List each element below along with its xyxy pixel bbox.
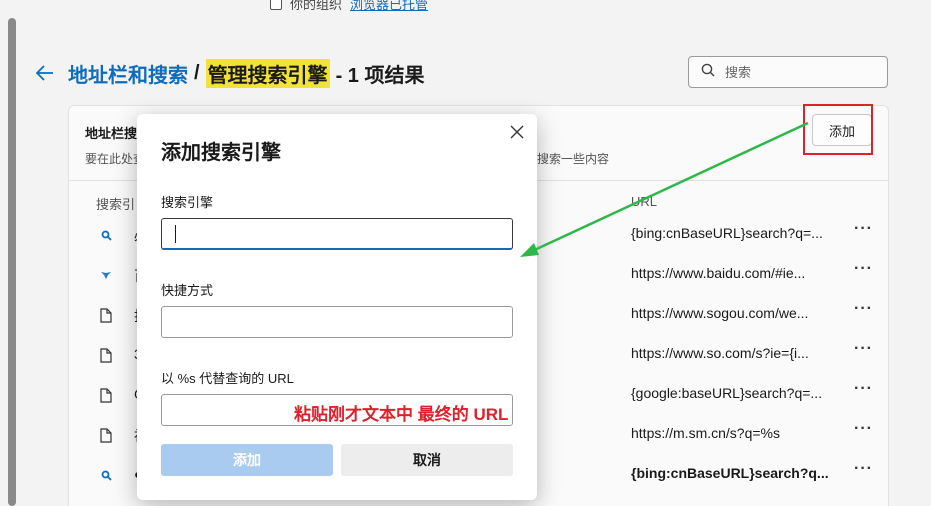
engine-name-label: 搜索引擎 [161, 195, 214, 210]
more-options-icon[interactable]: ··· [854, 220, 873, 238]
more-options-icon[interactable]: ··· [854, 300, 873, 318]
shortcut-input[interactable] [161, 306, 513, 338]
breadcrumb-separator: / [194, 61, 200, 84]
managed-browser-row: 你的组织 浏览器已托管 [270, 0, 428, 13]
add-button-highlight [803, 104, 873, 155]
row-url: {google:baseURL}search?q=... [631, 385, 823, 401]
annotation-text: 粘贴刚才文本中 最终的 URL [294, 405, 509, 424]
more-options-icon[interactable]: ··· [854, 340, 873, 358]
more-options-icon[interactable]: ··· [854, 420, 873, 438]
result-count: - 1 项结果 [335, 64, 425, 87]
dialog-title: 添加搜索引擎 [161, 142, 281, 164]
row-url: https://www.baidu.com/#ie... [631, 265, 806, 281]
breadcrumb-parent[interactable]: 地址栏和搜索 [68, 59, 188, 88]
managed-checkbox[interactable] [270, 0, 282, 10]
bing-search-icon [98, 227, 114, 243]
breadcrumb-current: 管理搜索引擎 [205, 58, 330, 88]
managed-link[interactable]: 浏览器已托管 [350, 0, 428, 13]
text-caret [175, 225, 176, 243]
card-description: 要在此处查 [85, 152, 146, 166]
page-title: 地址栏和搜索 / 管理搜索引擎 - 1 项结果 [36, 58, 424, 88]
more-options-icon[interactable]: ··· [854, 380, 873, 398]
column-header-url: URL [631, 194, 658, 209]
url-label: 以 %s 代替查询的 URL [161, 371, 294, 386]
card-description-tail: 搜索一些内容 [537, 152, 610, 166]
card-title: 地址栏搜 [85, 126, 138, 141]
shortcut-label: 快捷方式 [161, 283, 214, 298]
dialog-cancel-button[interactable]: 取消 [341, 444, 513, 476]
close-icon[interactable] [509, 124, 525, 140]
row-url: https://www.sogou.com/we... [631, 305, 809, 321]
page-icon [98, 427, 114, 443]
engine-name-input[interactable] [161, 218, 513, 250]
more-options-icon[interactable]: ··· [854, 260, 873, 278]
page-icon [98, 347, 114, 363]
settings-search-box[interactable] [688, 56, 888, 88]
page-icon [98, 387, 114, 403]
row-url: https://m.sm.cn/s?q=%s [631, 425, 780, 441]
row-url: https://www.so.com/s?ie={i... [631, 345, 809, 361]
page-icon [98, 307, 114, 323]
row-url: {bing:cnBaseURL}search?q... [631, 465, 829, 481]
search-input[interactable] [725, 64, 875, 80]
search-icon [701, 63, 715, 82]
more-options-icon[interactable]: ··· [854, 460, 873, 478]
back-arrow-icon[interactable] [36, 63, 56, 83]
add-search-engine-dialog: 添加搜索引擎 搜索引擎 快捷方式 以 %s 代替查询的 URL 添加 取消 [137, 114, 537, 500]
column-header-name: 搜索引 [96, 197, 136, 212]
managed-text: 你的组织 [290, 0, 343, 12]
row-url: {bing:cnBaseURL}search?q=... [631, 225, 823, 241]
bing-search-icon [98, 467, 114, 483]
baidu-paw-icon [98, 267, 114, 283]
page-scrollbar[interactable] [8, 18, 16, 506]
dialog-add-button[interactable]: 添加 [161, 444, 333, 476]
